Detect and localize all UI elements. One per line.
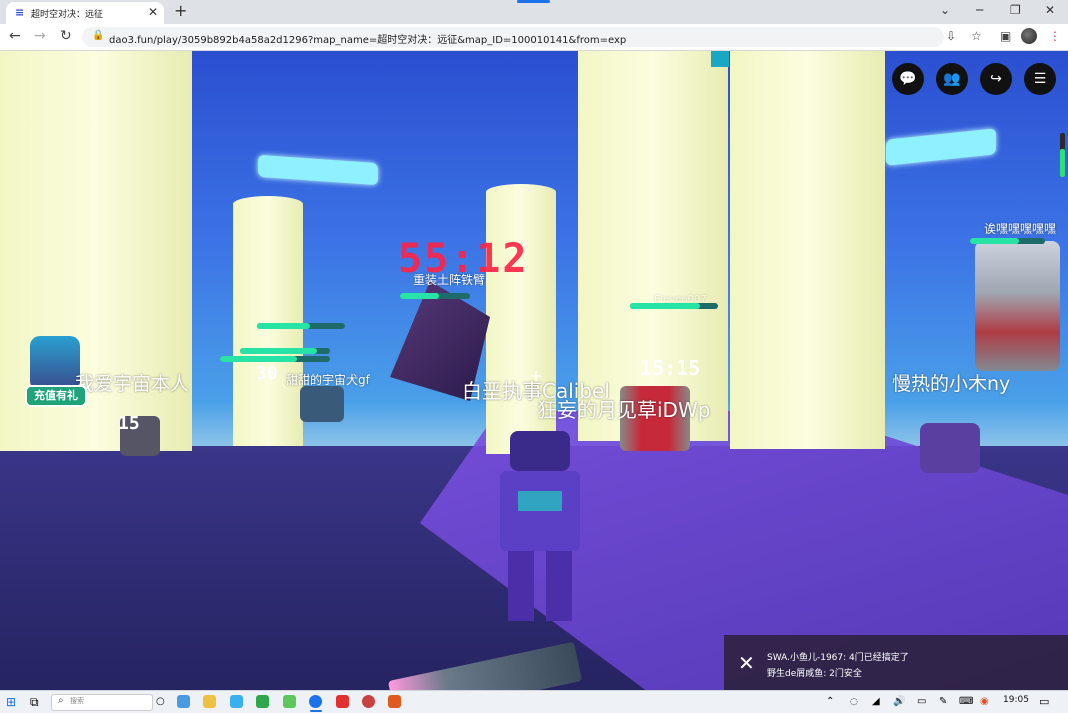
chevron-up-icon[interactable]: ⌃	[826, 694, 834, 710]
player-name: 狂妄的月见草iDWp	[537, 398, 711, 422]
volume-icon[interactable]: 🔊	[893, 694, 905, 710]
tray-icon[interactable]: ◌	[850, 694, 858, 710]
explorer-icon[interactable]	[203, 695, 216, 708]
hp-bar	[400, 293, 470, 299]
enemy-unit[interactable]	[300, 386, 344, 422]
back-button[interactable]: ←	[9, 28, 21, 44]
notification-line: 野生de屑咸鱼: 2门安全	[767, 669, 862, 679]
hp-bar	[257, 323, 345, 329]
player-name: Eleven007	[654, 294, 707, 305]
start-icon[interactable]: ⊞	[6, 694, 16, 710]
menu-button[interactable]: ☰	[1024, 63, 1056, 95]
new-tab-button[interactable]: +	[174, 1, 187, 20]
respawn-countdown: 15:15	[640, 356, 701, 380]
restore-button[interactable]: ❐	[1010, 3, 1021, 17]
network-icon[interactable]: ◢	[872, 694, 880, 710]
side-panel-icon[interactable]: ▣	[1000, 29, 1011, 43]
lock-icon[interactable]: 🔒	[92, 30, 104, 41]
search-icon: ⌕	[58, 695, 64, 706]
share-button[interactable]: ↪	[980, 63, 1012, 95]
close-window-button[interactable]: ✕	[1045, 3, 1055, 17]
tab-accent	[517, 0, 550, 3]
browser-toolbar: ← → ↻ 🔒 dao3.fun/play/3059b892b4a58a2d12…	[0, 24, 1068, 51]
energy-bar	[1060, 133, 1065, 177]
character-avatar[interactable]	[30, 336, 80, 391]
minimize-button[interactable]: ─	[976, 3, 983, 17]
taskbar-search[interactable]: ⌕ 搜索	[51, 694, 153, 711]
hp-fill	[220, 356, 297, 362]
enemy-mech-white[interactable]	[975, 241, 1060, 371]
player-name: 诶嘿嘿嘿嘿嘿	[984, 222, 1057, 236]
pillar	[233, 196, 303, 446]
energy-fill	[1060, 148, 1065, 177]
enemy-unit[interactable]	[920, 423, 980, 473]
pen-icon[interactable]: ✎	[939, 694, 947, 710]
windows-taskbar: ⊞ ⧉ ⌕ 搜索 ○ ⌃ ◌ ◢ 🔊 ▭ ✎ ⌨ ◉ 19:05 ▭	[0, 690, 1068, 713]
app-tray-icon[interactable]: ◉	[980, 694, 989, 710]
address-bar[interactable]: 🔒 dao3.fun/play/3059b892b4a58a2d1296?map…	[82, 27, 944, 47]
taskbar-clock[interactable]: 19:05	[1003, 695, 1029, 705]
cloud	[258, 154, 378, 186]
hp-bar	[970, 238, 1045, 244]
app-icon[interactable]	[283, 695, 296, 708]
friends-icon: 👥	[943, 71, 961, 87]
friends-button[interactable]: 👥	[936, 63, 968, 95]
notification-center-icon[interactable]: ▭	[1039, 694, 1049, 710]
tab-search-icon[interactable]: ⌄	[940, 3, 950, 17]
player-name: 慢热的小木ny	[892, 373, 1011, 395]
store-icon[interactable]	[230, 695, 243, 708]
more-menu-icon[interactable]: ⋮	[1049, 29, 1061, 43]
app-icon[interactable]	[177, 695, 190, 708]
search-placeholder: 搜索	[70, 697, 84, 705]
tab-active[interactable]: ≡ 超时空对决：远征 ✕	[6, 2, 164, 24]
document-icon: ≡	[15, 6, 25, 19]
tab-title: 超时空对决：远征	[31, 10, 104, 20]
close-icon[interactable]: ✕	[738, 651, 755, 675]
hp-bar	[240, 348, 330, 354]
cloud	[886, 128, 996, 166]
profile-avatar[interactable]	[1021, 28, 1037, 44]
recharge-gift-button[interactable]: 充值有礼	[25, 385, 87, 407]
hp-fill	[970, 238, 1019, 244]
hp-fill	[240, 348, 317, 354]
close-icon[interactable]: ✕	[148, 5, 158, 19]
app-icon[interactable]	[336, 695, 349, 708]
notification-line: SWA.小鱼儿-1967: 4门已经搞定了	[767, 653, 909, 663]
powerpoint-icon[interactable]	[388, 695, 401, 708]
forward-button[interactable]: →	[34, 28, 46, 44]
chat-icon: 💬	[899, 71, 917, 87]
notification-toast: ✕ SWA.小鱼儿-1967: 4门已经搞定了 野生de屑咸鱼: 2门安全	[724, 635, 1068, 690]
player-name: 甜甜的宇宙犬gf	[286, 373, 370, 387]
bookmark-star-icon[interactable]: ☆	[971, 29, 982, 43]
install-icon[interactable]: ⇩	[946, 29, 956, 43]
url-text[interactable]: dao3.fun/play/3059b892b4a58a2d1296?map_n…	[109, 31, 626, 46]
game-viewport[interactable]: 55:12 15 30 15:15 我爱宇宙本人 甜甜的宇宙犬gf 重装土阵铁臂…	[0, 51, 1068, 690]
task-view-icon[interactable]: ⧉	[30, 694, 39, 710]
battery-icon[interactable]: ▭	[917, 694, 926, 710]
hp-fill	[257, 323, 310, 329]
share-icon: ↪	[990, 71, 1002, 87]
ime-icon[interactable]: ⌨	[959, 694, 973, 710]
respawn-countdown: 15	[118, 413, 140, 434]
respawn-countdown: 30	[256, 363, 278, 384]
player-mech	[490, 431, 590, 621]
hp-fill	[400, 293, 439, 299]
cyan-block	[711, 51, 729, 67]
tab-strip: ≡ 超时空对决：远征 ✕ + ⌄ ─ ❐ ✕	[0, 0, 1068, 24]
player-name: 我爱宇宙本人	[75, 373, 190, 395]
app-icon[interactable]	[362, 695, 375, 708]
hp-bar	[220, 356, 330, 362]
security-icon[interactable]	[256, 695, 269, 708]
chrome-icon[interactable]	[309, 695, 322, 708]
cortana-icon[interactable]: ○	[156, 694, 165, 710]
pillar	[730, 51, 885, 449]
menu-icon: ☰	[1033, 71, 1047, 87]
chat-button[interactable]: 💬	[892, 63, 924, 95]
player-name: 重装土阵铁臂	[413, 273, 486, 287]
reload-button[interactable]: ↻	[60, 28, 72, 44]
